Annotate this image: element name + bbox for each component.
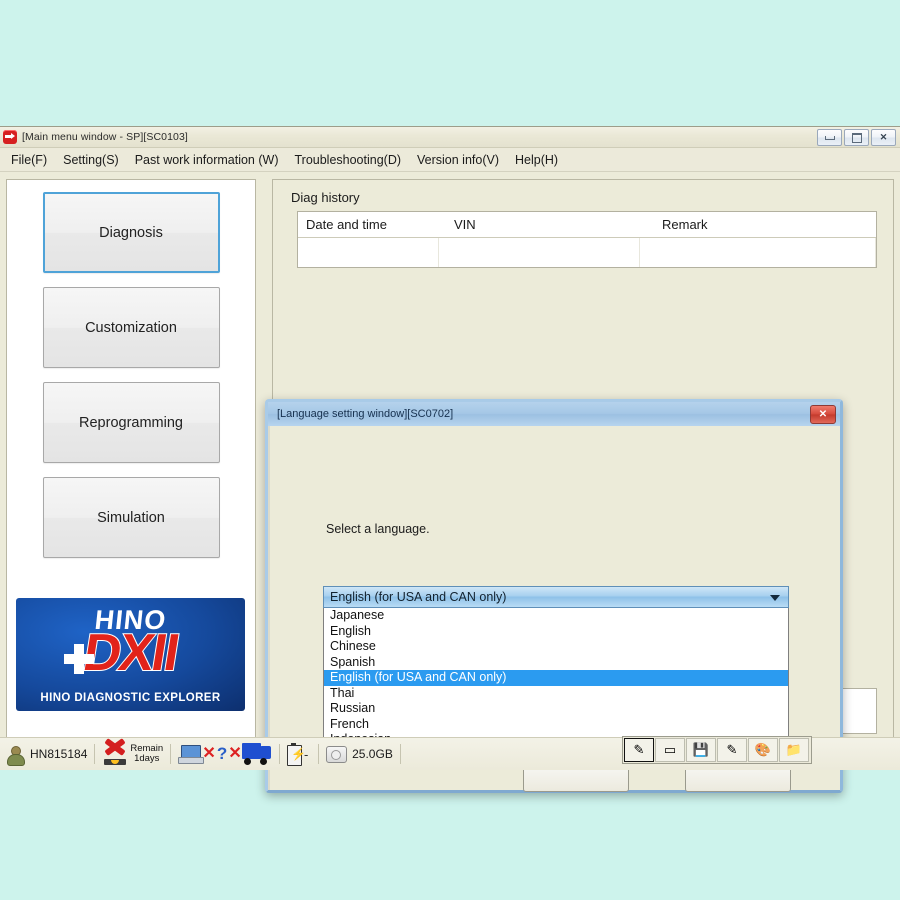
navigation-panel: Diagnosis Customization Reprogramming Si… [6, 179, 256, 751]
combobox-option-chinese[interactable]: Chinese [324, 639, 788, 655]
status-bar: HN815184 Remain 1days ✕ ? ✕ ⚡ - 25.0GB ✎… [0, 736, 900, 770]
dialog-close-button[interactable]: ✕ [810, 405, 836, 424]
combobox-option-english[interactable]: English [324, 624, 788, 640]
red-x-icon: ✕ [202, 745, 216, 762]
column-header-vin: VIN [454, 217, 476, 232]
combobox-option-russian[interactable]: Russian [324, 701, 788, 717]
red-x-icon: ✕ [228, 745, 242, 762]
maximize-button[interactable] [844, 129, 869, 146]
nav-button-customization[interactable]: Customization [42, 287, 220, 368]
user-icon [6, 745, 25, 766]
navigation-button-group: Diagnosis Customization Reprogramming Si… [7, 180, 255, 558]
combobox-option-thai[interactable]: Thai [324, 686, 788, 702]
column-header-date-and-time: Date and time [306, 217, 387, 232]
status-divider [170, 744, 172, 764]
language-setting-dialog: [Language setting window][SC0702] ✕ Sele… [265, 399, 843, 793]
status-divider [318, 744, 320, 764]
status-disk-space: 25.0GB [352, 747, 393, 761]
combobox-option-french[interactable]: French [324, 717, 788, 733]
combobox-selected-value: English (for USA and CAN only) [330, 590, 507, 604]
menu-item-file[interactable]: File(F) [6, 151, 58, 169]
window-title-bar: [Main menu window - SP][SC0103] ✕ [0, 127, 900, 148]
status-divider [399, 744, 401, 764]
column-header-remark: Remark [662, 217, 708, 232]
combobox-option-english-usa-can[interactable]: English (for USA and CAN only) [324, 670, 788, 686]
logo-cross-icon [64, 644, 94, 674]
close-button[interactable]: ✕ [871, 129, 896, 146]
truck-icon [242, 743, 272, 765]
battery-icon: ⚡ [287, 743, 306, 766]
cell-remark [640, 238, 876, 267]
logo-tagline-text: HINO DIAGNOSTIC EXPLORER [40, 692, 221, 704]
palette-icon[interactable]: 🎨 [748, 738, 778, 762]
menu-item-version-info[interactable]: Version info(V) [412, 151, 510, 169]
menu-item-help[interactable]: Help(H) [510, 151, 569, 169]
nav-label-diagnosis: Diagnosis [99, 224, 163, 241]
diag-history-title: Diag history [291, 190, 360, 205]
device-disconnected-icon [102, 738, 128, 765]
window-title: [Main menu window - SP][SC0103] [22, 131, 188, 143]
menu-item-past-work-information[interactable]: Past work information (W) [130, 151, 290, 169]
status-divider [279, 744, 281, 764]
nav-label-reprogramming: Reprogramming [79, 414, 183, 431]
nav-label-customization: Customization [85, 319, 177, 336]
eraser-icon[interactable]: ▭ [655, 738, 685, 762]
hard-disk-icon [326, 745, 348, 763]
status-divider [94, 744, 96, 764]
menu-item-troubleshooting[interactable]: Troubleshooting(D) [289, 151, 412, 169]
folder-icon[interactable]: 📁 [779, 738, 809, 762]
table-row[interactable] [298, 238, 876, 267]
screen: [Main menu window - SP][SC0103] ✕ File(F… [0, 0, 900, 900]
cell-date-and-time [298, 238, 439, 267]
minimize-button[interactable] [817, 129, 842, 146]
cell-vin [439, 238, 640, 267]
nav-button-simulation[interactable]: Simulation [42, 477, 220, 558]
status-remain-text: Remain 1days [130, 744, 163, 764]
paint-toolbar: ✎ ▭ 💾 ✎ 🎨 📁 [622, 736, 812, 764]
diag-history-table: Date and time VIN Remark [297, 211, 877, 268]
dialog-title: [Language setting window][SC0702] [277, 408, 454, 420]
chevron-down-icon[interactable] [770, 595, 780, 601]
status-remain-line2: 1days [134, 753, 160, 764]
save-icon[interactable]: 💾 [686, 738, 716, 762]
menu-item-setting[interactable]: Setting(S) [58, 151, 130, 169]
dialog-title-bar: [Language setting window][SC0702] ✕ [268, 402, 840, 426]
menu-bar: File(F) Setting(S) Past work information… [0, 148, 900, 172]
nav-label-simulation: Simulation [97, 509, 165, 526]
combobox-option-japanese[interactable]: Japanese [324, 608, 788, 624]
laptop-icon [178, 744, 205, 764]
window-controls: ✕ [817, 129, 896, 146]
select-language-prompt: Select a language. [326, 522, 430, 536]
pens-icon[interactable]: ✎ [717, 738, 747, 762]
table-header-row: Date and time VIN Remark [298, 212, 876, 238]
hino-dx2-logo: HINO DXII HINO DIAGNOSTIC EXPLORER [16, 598, 245, 711]
nav-button-diagnosis[interactable]: Diagnosis [42, 192, 220, 273]
nav-button-reprogramming[interactable]: Reprogramming [42, 382, 220, 463]
combobox-option-spanish[interactable]: Spanish [324, 655, 788, 671]
pencil-icon[interactable]: ✎ [624, 738, 654, 762]
combobox-field[interactable]: English (for USA and CAN only) [323, 586, 789, 608]
question-icon: ? [216, 744, 228, 763]
logo-product-text: DXII [78, 623, 182, 683]
app-arrow-icon [3, 130, 17, 144]
status-user-id: HN815184 [30, 747, 88, 761]
main-application-window: [Main menu window - SP][SC0103] ✕ File(F… [0, 126, 900, 793]
